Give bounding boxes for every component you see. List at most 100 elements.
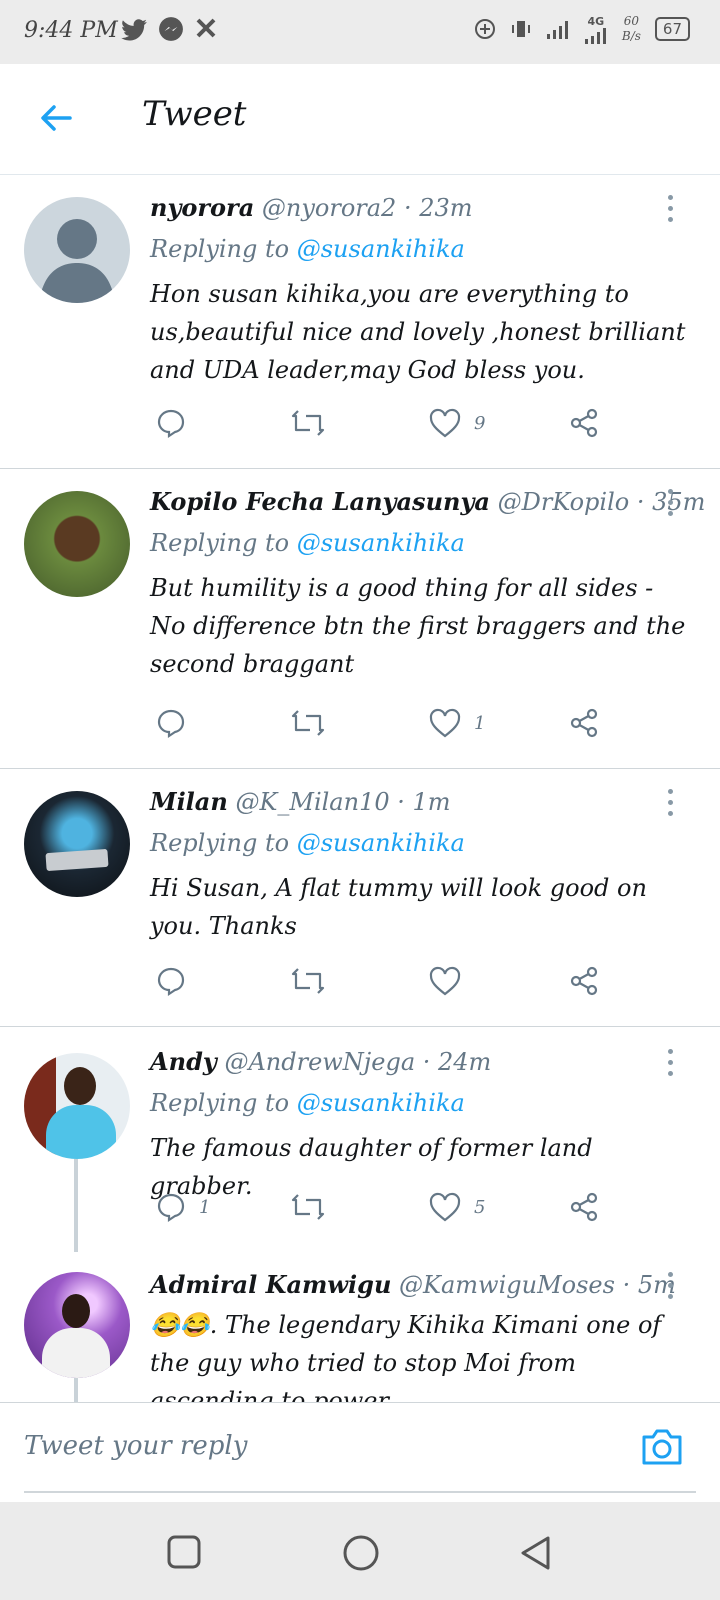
- reply-mention-link[interactable]: @susankihika: [297, 1089, 465, 1117]
- replying-label: Replying to: [150, 529, 290, 557]
- replying-label: Replying to: [150, 235, 290, 263]
- replying-label: Replying to: [150, 829, 290, 857]
- user-name[interactable]: nyorora: [150, 193, 254, 222]
- more-options-icon[interactable]: [668, 1049, 676, 1082]
- avatar[interactable]: [24, 791, 130, 897]
- heart-icon: [429, 1192, 461, 1222]
- user-handle: @nyorora2 · 23m: [261, 194, 473, 222]
- avatar[interactable]: [24, 197, 130, 303]
- tweet-item[interactable]: nyorora @nyorora2 · 23m Replying to @sus…: [0, 175, 720, 469]
- reply-icon: [157, 709, 185, 739]
- retweet-button[interactable]: [290, 707, 326, 739]
- avatar[interactable]: [24, 1053, 130, 1159]
- more-options-icon[interactable]: [668, 195, 676, 228]
- replying-to: Replying to @susankihika: [150, 829, 465, 857]
- tweet-item[interactable]: Admiral Kamwigu @KamwiguMoses · 5m 😂😂. T…: [0, 1252, 720, 1402]
- notification-icons: [120, 16, 218, 44]
- user-handle: @AndrewNjega · 24m: [224, 1048, 492, 1076]
- reply-icon: [157, 409, 185, 439]
- tweet-meta: Milan @K_Milan10 · 1m: [150, 787, 451, 816]
- heart-icon: [429, 408, 461, 438]
- tweet-actions: 1 5: [150, 1191, 620, 1231]
- like-count: 5: [474, 1196, 486, 1218]
- tweet-actions: [150, 965, 620, 1005]
- reply-mention-link[interactable]: @susankihika: [297, 829, 465, 857]
- reply-mention-link[interactable]: @susankihika: [297, 235, 465, 263]
- thread-connector: [74, 1377, 78, 1402]
- like-button[interactable]: 9: [428, 407, 485, 439]
- share-button[interactable]: [568, 1191, 600, 1223]
- retweet-button[interactable]: [290, 1191, 326, 1223]
- default-avatar-icon: [39, 219, 115, 303]
- replying-to: Replying to @susankihika: [150, 1089, 465, 1117]
- system-nav-bar: [0, 1502, 720, 1600]
- reply-icon: [157, 967, 185, 997]
- user-name[interactable]: Andy: [150, 1047, 217, 1076]
- share-icon: [570, 708, 598, 738]
- retweet-button[interactable]: [290, 407, 326, 439]
- battery-indicator: 67: [654, 17, 690, 41]
- tweet-actions: 9: [150, 407, 620, 447]
- reply-button[interactable]: [155, 407, 199, 439]
- twitter-icon: [121, 19, 147, 41]
- user-name[interactable]: Kopilo Fecha Lanyasunya: [150, 487, 490, 516]
- avatar[interactable]: [24, 491, 130, 597]
- back-arrow-icon[interactable]: [36, 98, 76, 138]
- reply-input[interactable]: Tweet your reply: [24, 1431, 247, 1461]
- tweet-text: Hon susan kihika,you are everything to u…: [150, 280, 686, 384]
- battery-level: 67: [662, 20, 682, 38]
- like-button[interactable]: 5: [428, 1191, 485, 1223]
- share-button[interactable]: [568, 965, 600, 997]
- retweet-icon: [291, 710, 325, 736]
- reply-button[interactable]: [155, 965, 199, 997]
- reply-underline: [24, 1491, 696, 1493]
- signal-4g-icon: [584, 27, 606, 44]
- thread-connector: [74, 1157, 78, 1252]
- x-icon: [196, 18, 216, 38]
- share-button[interactable]: [568, 407, 600, 439]
- share-icon: [570, 1192, 598, 1222]
- reply-icon: [157, 1193, 185, 1223]
- tweet-meta: Admiral Kamwigu @KamwiguMoses · 5m: [150, 1270, 676, 1299]
- avatar[interactable]: [24, 1272, 130, 1378]
- home-icon[interactable]: [342, 1534, 380, 1572]
- more-options-icon[interactable]: [668, 789, 676, 822]
- user-name[interactable]: Admiral Kamwigu: [150, 1270, 391, 1299]
- network-type: 4G: [587, 14, 605, 28]
- retweet-icon: [291, 410, 325, 436]
- retweet-button[interactable]: [290, 965, 326, 997]
- recent-apps-icon[interactable]: [166, 1534, 202, 1570]
- tweet-item[interactable]: Kopilo Fecha Lanyasunya @DrKopilo · 35m …: [0, 469, 720, 769]
- reply-button[interactable]: [155, 707, 199, 739]
- user-name[interactable]: Milan: [150, 787, 228, 816]
- share-button[interactable]: [568, 707, 600, 739]
- tweet-item[interactable]: Milan @K_Milan10 · 1m Replying to @susan…: [0, 769, 720, 1027]
- heart-icon: [429, 708, 461, 738]
- reply-button[interactable]: 1: [155, 1191, 210, 1223]
- retweet-icon: [291, 968, 325, 994]
- messenger-icon: [159, 17, 183, 41]
- status-bar: 9:44 PM 4G 60 B/s 67: [0, 0, 720, 64]
- tweet-meta: nyorora @nyorora2 · 23m: [150, 193, 473, 222]
- reply-composer: Tweet your reply: [0, 1402, 720, 1503]
- tweet-actions: 1: [150, 707, 620, 747]
- more-options-icon[interactable]: [668, 1272, 676, 1305]
- more-options-icon[interactable]: [668, 489, 676, 522]
- like-count: 1: [474, 712, 486, 734]
- user-handle: @K_Milan10 · 1m: [235, 788, 451, 816]
- replying-to: Replying to @susankihika: [150, 529, 465, 557]
- status-time: 9:44 PM: [24, 18, 118, 43]
- vibrate-icon: [511, 21, 530, 37]
- tweet-item[interactable]: Andy @AndrewNjega · 24m Replying to @sus…: [0, 1027, 720, 1252]
- like-button[interactable]: [428, 965, 474, 997]
- signal-icon: [546, 21, 568, 39]
- status-right: 4G 60 B/s 67: [474, 14, 690, 44]
- camera-icon[interactable]: [640, 1427, 684, 1467]
- reply-mention-link[interactable]: @susankihika: [297, 529, 465, 557]
- replying-label: Replying to: [150, 1089, 290, 1117]
- tweet-meta: Andy @AndrewNjega · 24m: [150, 1047, 491, 1076]
- add-circle-icon: [474, 19, 495, 39]
- reply-count: 1: [199, 1196, 211, 1218]
- back-icon[interactable]: [518, 1534, 554, 1572]
- like-button[interactable]: 1: [428, 707, 485, 739]
